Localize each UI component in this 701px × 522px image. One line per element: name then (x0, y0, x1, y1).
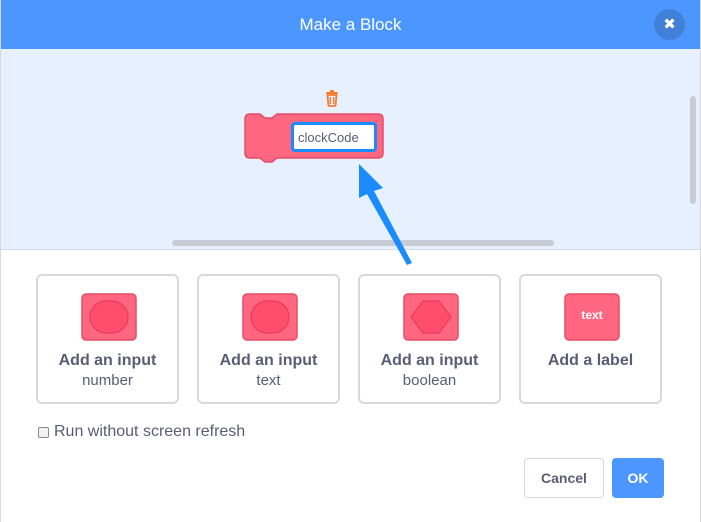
text-input-icon (242, 293, 298, 341)
option-subtitle: text (256, 372, 281, 389)
ok-button[interactable]: OK (612, 458, 664, 498)
boolean-input-icon (403, 293, 459, 341)
close-button[interactable]: ✖ (654, 9, 685, 40)
add-boolean-input-button[interactable]: Add an input boolean (358, 274, 501, 404)
option-title: Add an input (58, 352, 157, 369)
run-without-refresh-label: Run without screen refresh (54, 423, 246, 440)
close-icon: ✖ (663, 15, 676, 33)
label-icon-text: text (581, 308, 602, 322)
cancel-button[interactable]: Cancel (524, 458, 604, 498)
option-subtitle: boolean (402, 372, 457, 389)
add-label-button[interactable]: text Add a label (519, 274, 662, 404)
trash-icon[interactable] (323, 89, 341, 107)
label-icon: text (564, 293, 620, 341)
run-without-refresh-option[interactable]: Run without screen refresh (38, 423, 245, 441)
option-title: Add an input (380, 352, 479, 369)
block-name-input[interactable] (291, 122, 377, 152)
option-subtitle: number (82, 372, 133, 389)
run-without-refresh-checkbox[interactable] (38, 426, 49, 438)
pointer-arrow-annotation (359, 164, 412, 265)
dialog-title: Make a Block (299, 15, 402, 34)
option-title: Add an input (219, 352, 318, 369)
number-input-icon (81, 293, 137, 341)
make-a-block-dialog: Make a Block ✖ Add an input nu (0, 0, 701, 522)
add-text-input-button[interactable]: Add an input text (197, 274, 340, 404)
vertical-scrollbar[interactable] (690, 96, 696, 204)
add-number-input-button[interactable]: Add an input number (36, 274, 179, 404)
option-title: Add a label (547, 352, 634, 369)
dialog-header: Make a Block ✖ (1, 0, 700, 49)
